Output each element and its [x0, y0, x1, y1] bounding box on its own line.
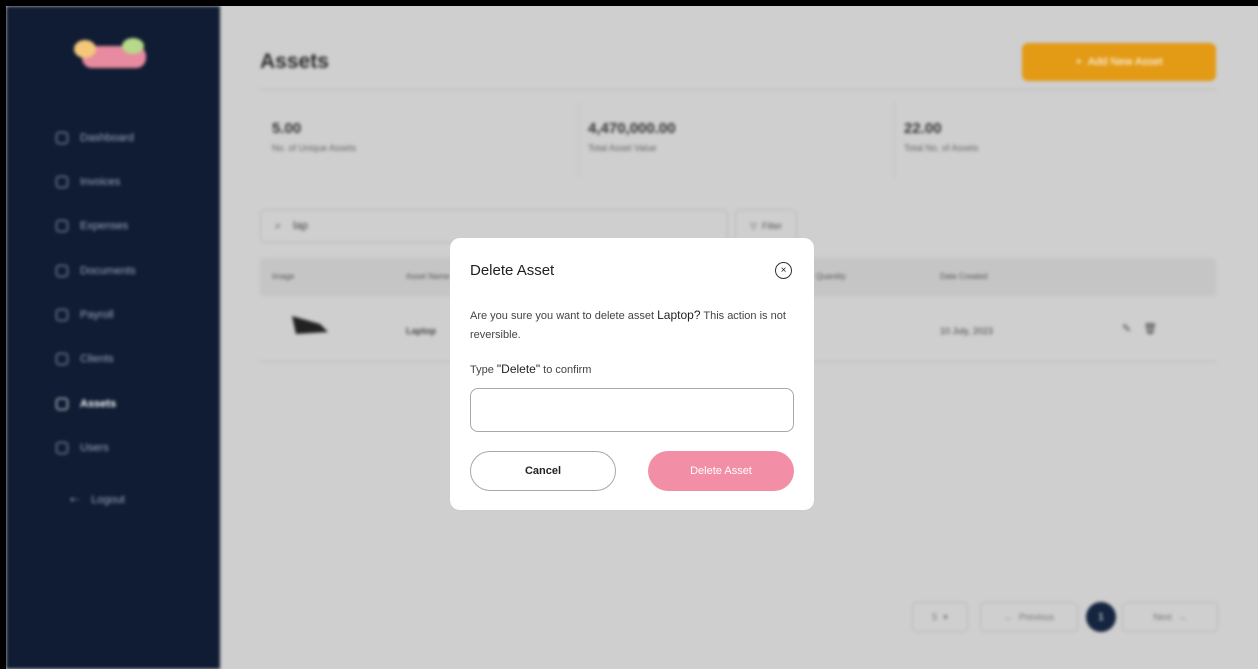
- date-created-cell: 10 July, 2023: [940, 326, 993, 336]
- instruction-text: Type: [470, 364, 497, 376]
- sidebar-item-clients[interactable]: Clients: [56, 353, 114, 365]
- asset-name: Laptop?: [657, 308, 701, 322]
- add-new-asset-button[interactable]: + Add New Asset: [1022, 43, 1216, 81]
- delete-asset-button[interactable]: Delete Asset: [648, 451, 794, 491]
- stat-total-value: 4,470,000.00 Total Asset Value: [588, 120, 676, 153]
- delete-asset-modal: Delete Asset × Are you sure you want to …: [450, 238, 814, 510]
- close-icon[interactable]: ×: [775, 262, 792, 279]
- search-icon: ⌕: [275, 219, 282, 232]
- clients-icon: [56, 353, 68, 365]
- stat-label: No. of Unique Assets: [272, 143, 357, 153]
- sidebar-item-label: Documents: [80, 265, 136, 277]
- previous-page-button[interactable]: ← Previous: [980, 602, 1078, 632]
- arrow-right-icon: →: [1177, 612, 1187, 622]
- search-value: lap: [293, 220, 308, 232]
- home-icon: [56, 132, 68, 144]
- invoice-icon: [56, 176, 68, 188]
- sidebar-item-label: Assets: [80, 398, 117, 410]
- logout-icon: ⇠: [70, 494, 80, 506]
- previous-label: Previous: [1018, 612, 1054, 622]
- document-icon: [56, 265, 68, 277]
- add-new-asset-label: Add New Asset: [1087, 56, 1163, 68]
- confirm-delete-input[interactable]: [470, 388, 794, 432]
- confirm-keyword: "Delete": [496, 362, 541, 376]
- modal-title: Delete Asset: [470, 262, 555, 279]
- stat-value: 22.00: [904, 120, 942, 137]
- divider: [894, 102, 895, 178]
- page-size-select[interactable]: 5 ▾: [912, 602, 968, 632]
- sidebar-item-invoices[interactable]: Invoices: [56, 176, 120, 188]
- filter-icon: ▽: [750, 220, 757, 231]
- stat-value: 5.00: [272, 120, 302, 137]
- instruction-text: to confirm: [540, 364, 592, 376]
- edit-icon[interactable]: ✎: [1122, 322, 1131, 335]
- wallet-icon: [56, 220, 68, 232]
- stat-label: Total No. of Assets: [904, 143, 979, 153]
- sidebar-item-label: Expenses: [80, 220, 129, 232]
- sidebar: Dashboard Invoices Expenses Documents Pa…: [6, 6, 220, 669]
- sidebar-item-label: Invoices: [80, 176, 121, 188]
- sidebar-item-documents[interactable]: Documents: [56, 265, 136, 277]
- payroll-icon: [56, 309, 68, 321]
- column-header[interactable]: Date Created: [940, 272, 988, 281]
- page-size-value: 5: [932, 612, 938, 622]
- arrow-left-icon: ←: [1003, 612, 1013, 622]
- page-title: Assets: [260, 50, 329, 73]
- sidebar-item-label: Users: [80, 442, 109, 454]
- sidebar-item-assets[interactable]: Assets: [56, 398, 116, 410]
- column-header[interactable]: Quantity: [816, 272, 846, 281]
- page-1-button[interactable]: 1: [1086, 602, 1116, 632]
- next-label: Next: [1153, 612, 1172, 622]
- logout-label: Logout: [91, 493, 125, 506]
- stat-label: Total Asset Value: [588, 143, 657, 153]
- divider: [260, 89, 1216, 90]
- sidebar-item-label: Payroll: [80, 309, 114, 321]
- laptop-image: [292, 316, 328, 334]
- trash-icon[interactable]: 🗑: [1143, 322, 1157, 335]
- column-header: Image: [272, 272, 295, 281]
- sidebar-item-users[interactable]: Users: [56, 442, 109, 454]
- brand-logo: [72, 36, 156, 78]
- users-icon: [56, 442, 68, 454]
- row-actions: ✎ 🗑: [1122, 322, 1157, 335]
- plus-icon: +: [1075, 56, 1082, 68]
- stat-total-count: 22.00 Total No. of Assets: [904, 120, 979, 153]
- cancel-button[interactable]: Cancel: [470, 451, 616, 491]
- column-header[interactable]: Asset Name: [406, 272, 450, 281]
- confirm-instruction: Type "Delete" to confirm: [470, 362, 591, 376]
- asset-name-cell: Laptop: [406, 326, 436, 336]
- sidebar-item-label: Clients: [80, 353, 114, 365]
- stat-unique-assets: 5.00 No. of Unique Assets: [272, 120, 356, 153]
- stat-value: 4,470,000.00: [588, 120, 676, 137]
- assets-icon: [56, 398, 68, 410]
- sidebar-item-payroll[interactable]: Payroll: [56, 309, 114, 321]
- modal-message: Are you sure you want to delete asset La…: [470, 306, 790, 345]
- sidebar-item-expenses[interactable]: Expenses: [56, 220, 128, 232]
- sidebar-item-dashboard[interactable]: Dashboard: [56, 132, 134, 144]
- next-page-button[interactable]: Next →: [1122, 602, 1218, 632]
- chevron-down-icon: ▾: [943, 611, 948, 622]
- logout-button[interactable]: ⇠ Logout: [70, 493, 125, 507]
- app-window: Dashboard Invoices Expenses Documents Pa…: [6, 6, 1258, 669]
- divider: [578, 102, 579, 178]
- message-text: Are you sure you want to delete asset: [470, 310, 658, 322]
- sidebar-item-label: Dashboard: [80, 132, 134, 144]
- filter-label: Filter: [761, 221, 782, 231]
